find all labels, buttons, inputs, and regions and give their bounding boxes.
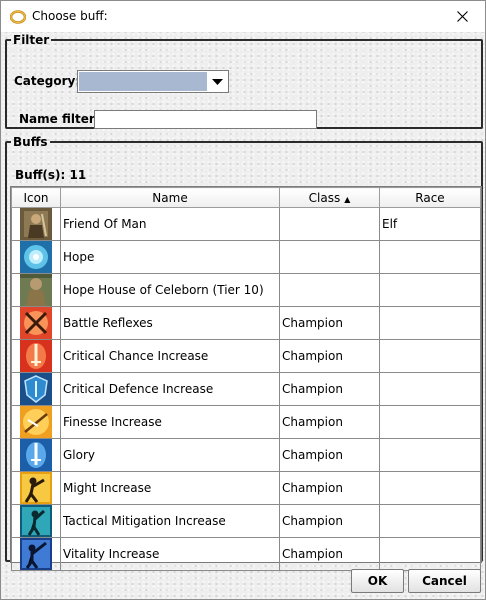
buff-class: Champion (279, 372, 380, 406)
table-row[interactable]: Battle Reflexes Champion (11, 306, 481, 340)
column-header-icon[interactable]: Icon (11, 187, 61, 208)
table-row[interactable]: Glory Champion (11, 438, 481, 472)
buff-name: Battle Reflexes (60, 306, 280, 340)
close-button[interactable] (439, 1, 485, 32)
buff-race: Elf (379, 207, 481, 241)
buff-name: Vitality Increase (60, 537, 280, 571)
buff-race (379, 240, 481, 274)
finesse-icon (20, 406, 52, 438)
buffs-group: Buffs Buff(s): 11 Icon Name Class▲ Race (5, 135, 483, 571)
buff-class: Champion (279, 339, 380, 373)
buff-race (379, 339, 481, 373)
filter-legend: Filter (13, 33, 50, 47)
buff-race (379, 504, 481, 538)
table-row[interactable]: Vitality Increase Champion (11, 537, 481, 571)
buff-race (379, 405, 481, 439)
table-row[interactable]: Tactical Mitigation Increase Champion (11, 504, 481, 538)
buff-race (379, 537, 481, 571)
buff-name: Glory (60, 438, 280, 472)
category-combo[interactable] (77, 70, 229, 93)
buff-class: Champion (279, 438, 380, 472)
table-row[interactable]: Hope (11, 240, 481, 274)
buff-name: Might Increase (60, 471, 280, 505)
battle-reflexes-icon (20, 307, 52, 339)
buff-class (279, 273, 380, 307)
buff-race (379, 273, 481, 307)
buff-class: Champion (279, 405, 380, 439)
buff-class (279, 207, 380, 241)
column-header-race[interactable]: Race (379, 187, 481, 208)
buff-name: Finesse Increase (60, 405, 280, 439)
buff-name: Critical Chance Increase (60, 339, 280, 373)
buffs-table: Icon Name Class▲ Race Friend Of Man Elf (11, 187, 481, 571)
buff-name: Critical Defence Increase (60, 372, 280, 406)
buff-race (379, 372, 481, 406)
vitality-icon (20, 538, 52, 570)
buff-race (379, 471, 481, 505)
hope-icon (20, 241, 52, 273)
window-title: Choose buff: (32, 9, 108, 23)
table-row[interactable]: Might Increase Champion (11, 471, 481, 505)
buff-class (279, 240, 380, 274)
chevron-down-icon[interactable] (207, 71, 228, 92)
buffs-table-scroll[interactable]: Icon Name Class▲ Race Friend Of Man Elf (10, 186, 482, 571)
ok-button[interactable]: OK (351, 569, 404, 593)
table-row[interactable]: Critical Defence Increase Champion (11, 372, 481, 406)
title-bar: Choose buff: (1, 1, 485, 32)
glory-icon (20, 439, 52, 471)
buff-race (379, 306, 481, 340)
might-icon (20, 472, 52, 504)
tactical-mitigation-icon (20, 505, 52, 537)
critical-chance-icon (20, 340, 52, 372)
table-header-row: Icon Name Class ▲ Race (11, 187, 481, 208)
name-filter-input[interactable] (94, 110, 317, 129)
buff-name: Hope (60, 240, 280, 274)
name-filter-label: Name filter: (19, 112, 100, 126)
category-selected-value (79, 72, 207, 91)
buff-class: Champion (279, 471, 380, 505)
table-row[interactable]: Critical Chance Increase Champion (11, 339, 481, 373)
table-row[interactable]: Finesse Increase Champion (11, 405, 481, 439)
buff-name: Friend Of Man (60, 207, 280, 241)
buff-race (379, 438, 481, 472)
buff-class: Champion (279, 306, 380, 340)
table-row[interactable]: Hope House of Celeborn (Tier 10) (11, 273, 481, 307)
category-label: Category: (14, 74, 81, 88)
buffs-legend: Buffs (13, 135, 48, 149)
sort-ascending-icon: ▲ (344, 194, 351, 204)
filter-group: Filter Category: Name filter: (5, 33, 483, 129)
buff-count: Buff(s): 11 (15, 168, 87, 182)
hope-house-icon (20, 274, 52, 306)
buff-name: Hope House of Celeborn (Tier 10) (60, 273, 280, 307)
ring-icon (10, 10, 26, 24)
column-header-class[interactable]: Class ▲ (279, 187, 380, 208)
buff-name: Tactical Mitigation Increase (60, 504, 280, 538)
table-row[interactable]: Friend Of Man Elf (11, 207, 481, 241)
buff-class: Champion (279, 537, 380, 571)
choose-buff-dialog: Choose buff: Filter Category: Name filte… (0, 0, 486, 600)
critical-defence-icon (20, 373, 52, 405)
dialog-content: Filter Category: Name filter: Buffs Buff… (1, 32, 485, 599)
friend-of-man-icon (20, 208, 52, 240)
close-icon (456, 11, 468, 22)
buff-class: Champion (279, 504, 380, 538)
column-header-name[interactable]: Name (60, 187, 280, 208)
cancel-button[interactable]: Cancel (408, 569, 481, 593)
